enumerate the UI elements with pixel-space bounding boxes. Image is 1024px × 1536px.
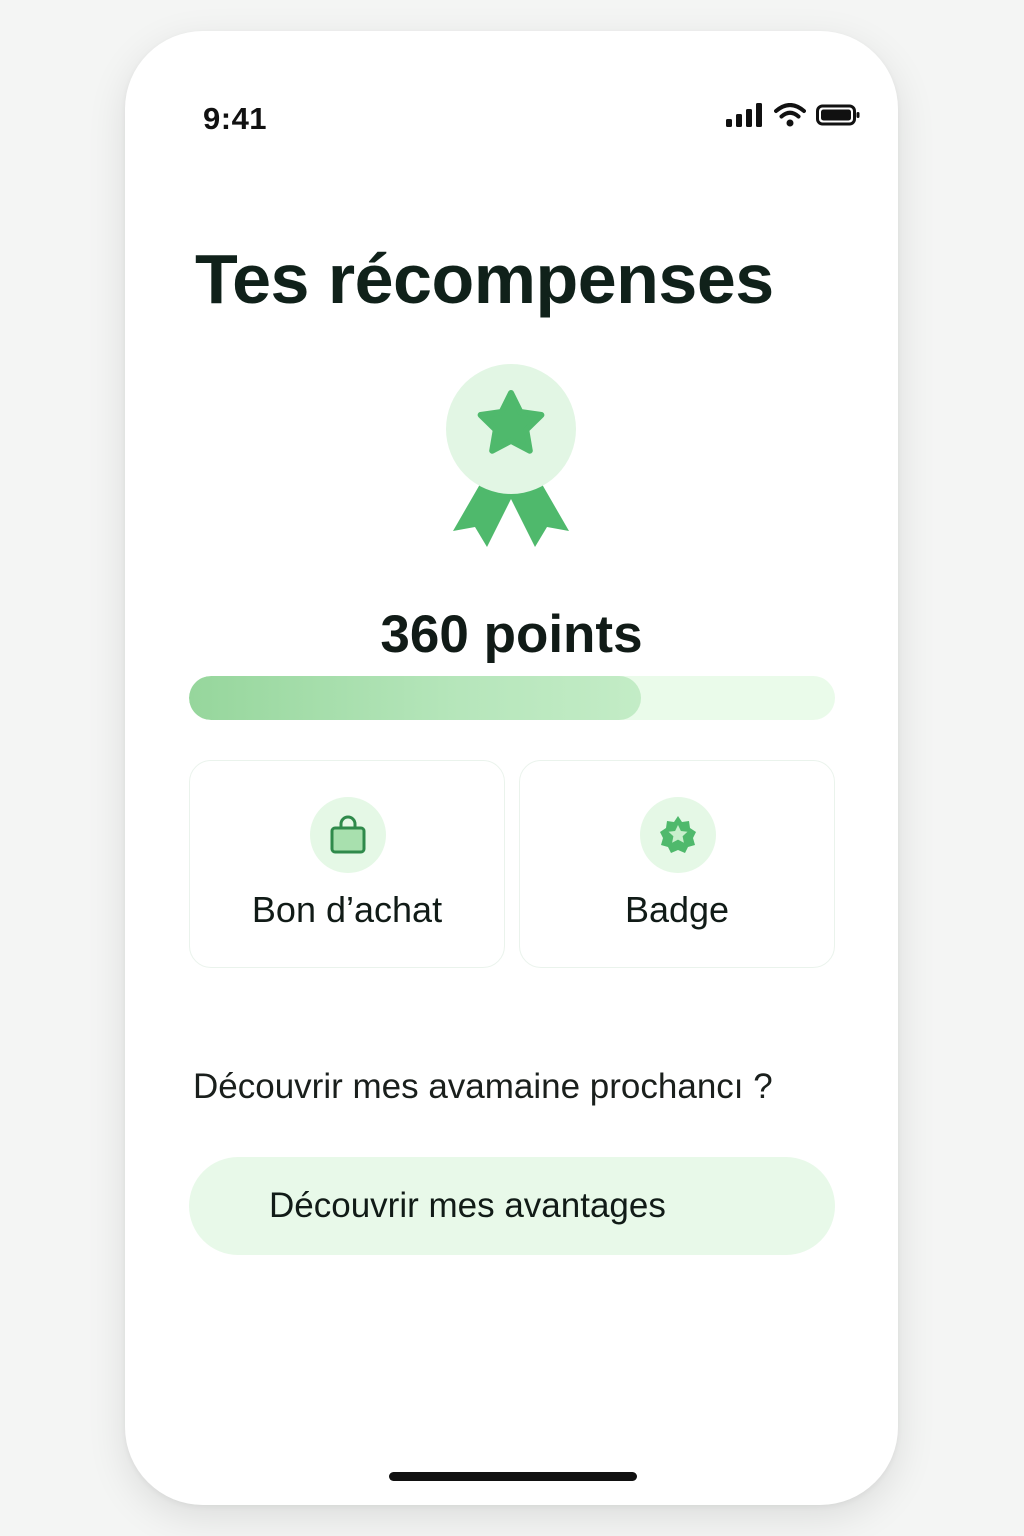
battery-icon — [816, 104, 860, 126]
points-progress-bar — [189, 676, 835, 720]
star-badge-icon-wrap — [640, 797, 716, 873]
wifi-icon — [774, 103, 806, 127]
status-icons — [726, 103, 860, 127]
discover-benefits-button[interactable]: Découvrir mes avantages — [189, 1157, 835, 1255]
reward-card-label: Badge — [624, 889, 730, 930]
page-title: Tes récompenses — [195, 240, 774, 318]
star-badge-icon — [660, 816, 696, 853]
shopping-bag-icon-wrap — [310, 797, 386, 873]
discover-question: Découvrir mes avamaine prochancı ? — [193, 1067, 773, 1106]
shopping-bag-icon — [330, 815, 366, 854]
phone-screen: 9:41 Tes récompenses 360 points Bon d’ac… — [125, 31, 898, 1505]
home-indicator[interactable] — [389, 1472, 637, 1481]
points-progress-fill — [189, 676, 642, 720]
status-time: 9:41 — [203, 101, 268, 136]
status-bar: 9:41 — [125, 31, 898, 151]
discover-benefits-label: Découvrir mes avantages — [269, 1186, 666, 1225]
signal-icon — [726, 103, 762, 127]
points-total: 360 points — [380, 605, 643, 664]
reward-card-voucher[interactable]: Bon d’achat — [189, 760, 505, 968]
reward-card-label: Bon d’achat — [251, 889, 443, 930]
medal-star-icon — [446, 364, 576, 547]
reward-card-badge[interactable]: Badge — [519, 760, 835, 968]
